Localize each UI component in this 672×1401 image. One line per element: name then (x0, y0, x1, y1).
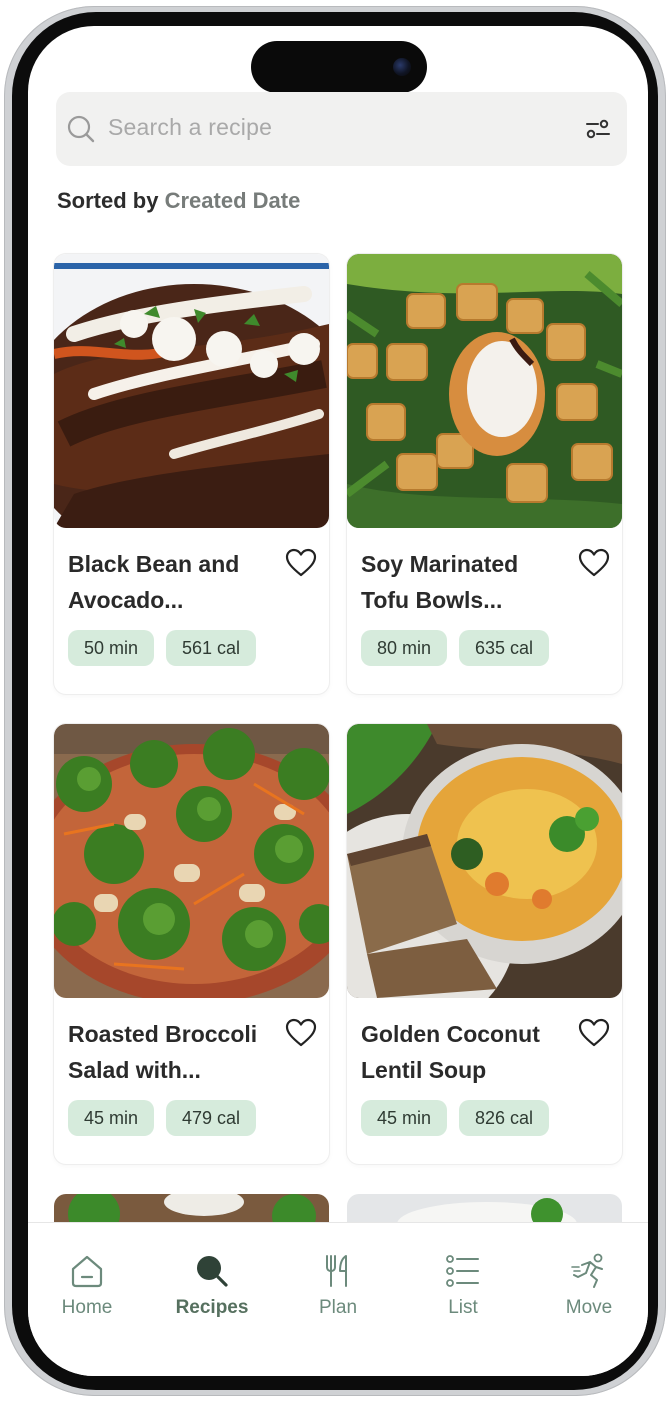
recipe-title: Soy Marinated Tofu Bowls... (361, 551, 519, 613)
calories-badge: 826 cal (459, 1100, 549, 1136)
calories-badge: 561 cal (166, 630, 256, 666)
sort-value: Created Date (164, 188, 301, 213)
sort-label[interactable]: Sorted by Created Date (57, 188, 300, 214)
tab-recipes[interactable]: Recipes (157, 1253, 267, 1319)
tab-label: List (448, 1297, 478, 1318)
sort-prefix: Sorted by (57, 188, 159, 213)
calories-badge: 479 cal (166, 1100, 256, 1136)
tofu-bowl-photo (347, 254, 622, 528)
heart-icon[interactable] (285, 548, 317, 578)
calories-badge: 635 cal (459, 630, 549, 666)
broccoli-salad-photo (54, 724, 329, 998)
lentil-soup-photo (347, 724, 622, 998)
list-icon (446, 1255, 479, 1287)
tab-home[interactable]: Home (32, 1253, 142, 1319)
recipe-title: Roasted Broccoli Salad with... (68, 1021, 258, 1083)
heart-icon[interactable] (578, 1018, 610, 1048)
recipe-title: Black Bean and Avocado... (68, 551, 240, 613)
tab-label: Home (61, 1297, 113, 1318)
search-input[interactable]: Search a recipe (108, 114, 272, 141)
enchiladas-photo (54, 254, 329, 528)
dynamic-island (251, 41, 427, 93)
camera-icon (393, 58, 411, 76)
recipe-card[interactable]: Black Bean and Avocado... 50 min 561 cal (54, 254, 329, 694)
filter-sliders-icon[interactable] (583, 114, 613, 144)
recipe-title: Golden Coconut Lentil Soup (361, 1021, 540, 1083)
heart-icon[interactable] (578, 548, 610, 578)
search-icon (67, 115, 95, 143)
fork-knife-icon (326, 1255, 347, 1287)
time-badge: 80 min (361, 630, 447, 666)
running-icon (571, 1253, 603, 1288)
tab-plan[interactable]: Plan (283, 1253, 393, 1319)
tab-label: Recipes (175, 1297, 249, 1318)
app-screen: Search a recipe Sorted by Created Date B… (28, 26, 648, 1376)
tab-label: Plan (318, 1297, 358, 1318)
recipe-card[interactable]: Golden Coconut Lentil Soup 45 min 826 ca… (347, 724, 622, 1164)
search-icon (197, 1256, 228, 1287)
time-badge: 45 min (68, 1100, 154, 1136)
time-badge: 45 min (361, 1100, 447, 1136)
home-icon (71, 1255, 103, 1288)
recipe-card[interactable]: Roasted Broccoli Salad with... 45 min 47… (54, 724, 329, 1164)
heart-icon[interactable] (285, 1018, 317, 1048)
search-bar[interactable]: Search a recipe (56, 92, 627, 166)
bottom-tab-bar: Home Recipes Plan List Move (28, 1222, 648, 1376)
tab-list[interactable]: List (408, 1253, 518, 1319)
tab-label: Move (565, 1297, 613, 1318)
time-badge: 50 min (68, 630, 154, 666)
recipe-card[interactable]: Soy Marinated Tofu Bowls... 80 min 635 c… (347, 254, 622, 694)
tab-move[interactable]: Move (534, 1253, 644, 1319)
